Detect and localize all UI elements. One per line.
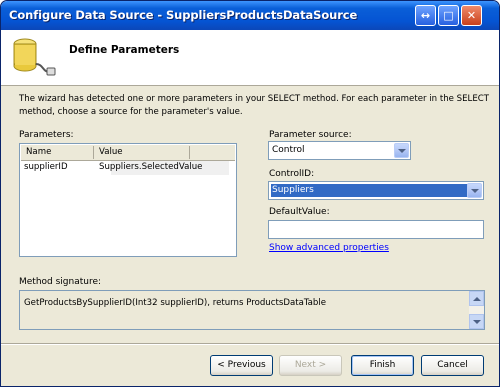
chevron-down-icon[interactable]	[467, 183, 482, 198]
default-value-label: DefaultValue:	[269, 207, 330, 217]
button-separator	[1, 343, 499, 345]
configure-data-source-dialog: Configure Data Source - SuppliersProduct…	[0, 0, 500, 387]
parameters-list[interactable]: Name Value supplierID Suppliers.Selected…	[19, 143, 237, 257]
title-bar[interactable]: Configure Data Source - SuppliersProduct…	[1, 1, 499, 30]
parameter-source-select[interactable]: Control	[268, 141, 411, 160]
previous-button[interactable]: < Previous	[210, 355, 273, 376]
parameters-label: Parameters:	[19, 130, 74, 140]
parameter-name-cell: supplierID	[24, 162, 68, 172]
wizard-header: Define Parameters	[1, 30, 499, 86]
scroll-up-icon[interactable]	[469, 291, 484, 306]
parameter-row[interactable]: supplierID Suppliers.SelectedValue	[21, 161, 235, 175]
cancel-button[interactable]: Cancel	[421, 355, 484, 376]
control-id-select[interactable]: Suppliers	[268, 181, 484, 200]
control-id-value: Suppliers	[271, 184, 468, 197]
close-icon[interactable]: ✕	[461, 5, 482, 26]
column-header-name[interactable]: Name	[26, 147, 51, 157]
show-advanced-properties-link[interactable]: Show advanced properties	[269, 243, 389, 253]
wizard-description: The wizard has detected one or more para…	[19, 94, 490, 117]
method-signature-text: GetProductsBySupplierID(Int32 supplierID…	[24, 298, 327, 308]
parameter-source-label: Parameter source:	[269, 130, 352, 140]
scroll-down-icon[interactable]	[469, 314, 484, 329]
method-signature-label: Method signature:	[19, 277, 102, 287]
finish-button[interactable]: Finish	[351, 355, 414, 376]
parameters-list-header: Name Value	[21, 145, 235, 161]
next-button[interactable]: Next >	[279, 355, 342, 376]
column-divider[interactable]	[93, 146, 94, 159]
default-value-input[interactable]	[268, 220, 484, 239]
help-icon[interactable]: ↔	[415, 5, 436, 26]
chevron-down-icon[interactable]	[394, 143, 409, 158]
parameter-value-cell: Suppliers.SelectedValue	[99, 162, 203, 172]
control-id-label: ControlID:	[269, 169, 315, 179]
window-title: Configure Data Source - SuppliersProduct…	[9, 8, 358, 22]
scrollbar[interactable]	[469, 291, 484, 329]
method-signature-box: GetProductsBySupplierID(Int32 supplierID…	[19, 290, 485, 330]
parameter-source-value: Control	[272, 145, 305, 155]
restore-icon[interactable]: □	[438, 5, 459, 26]
column-header-value[interactable]: Value	[99, 147, 123, 157]
column-divider[interactable]	[189, 146, 190, 159]
page-title: Define Parameters	[69, 44, 180, 56]
database-connector-icon	[13, 38, 56, 76]
